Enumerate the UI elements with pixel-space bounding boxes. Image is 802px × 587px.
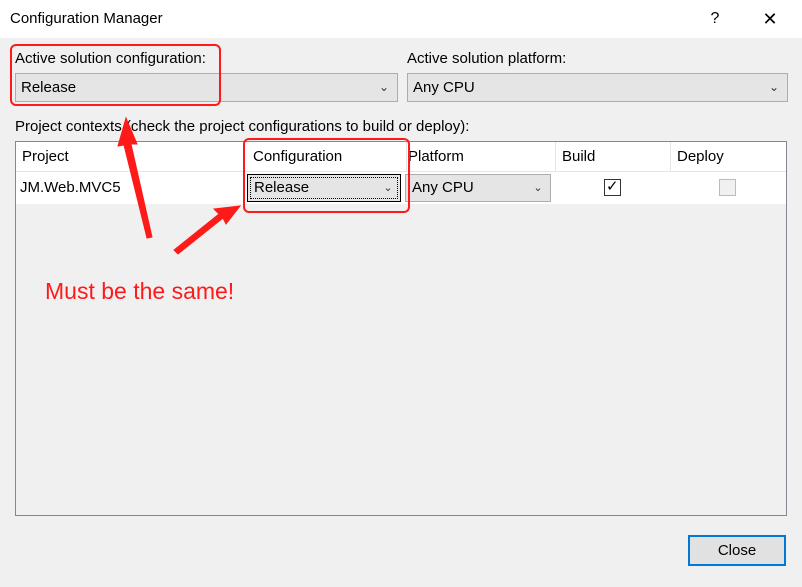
- annotation-text: Must be the same!: [45, 278, 235, 304]
- annotation-arrow-up: [117, 116, 153, 239]
- annotation-arrow-right: [173, 205, 242, 255]
